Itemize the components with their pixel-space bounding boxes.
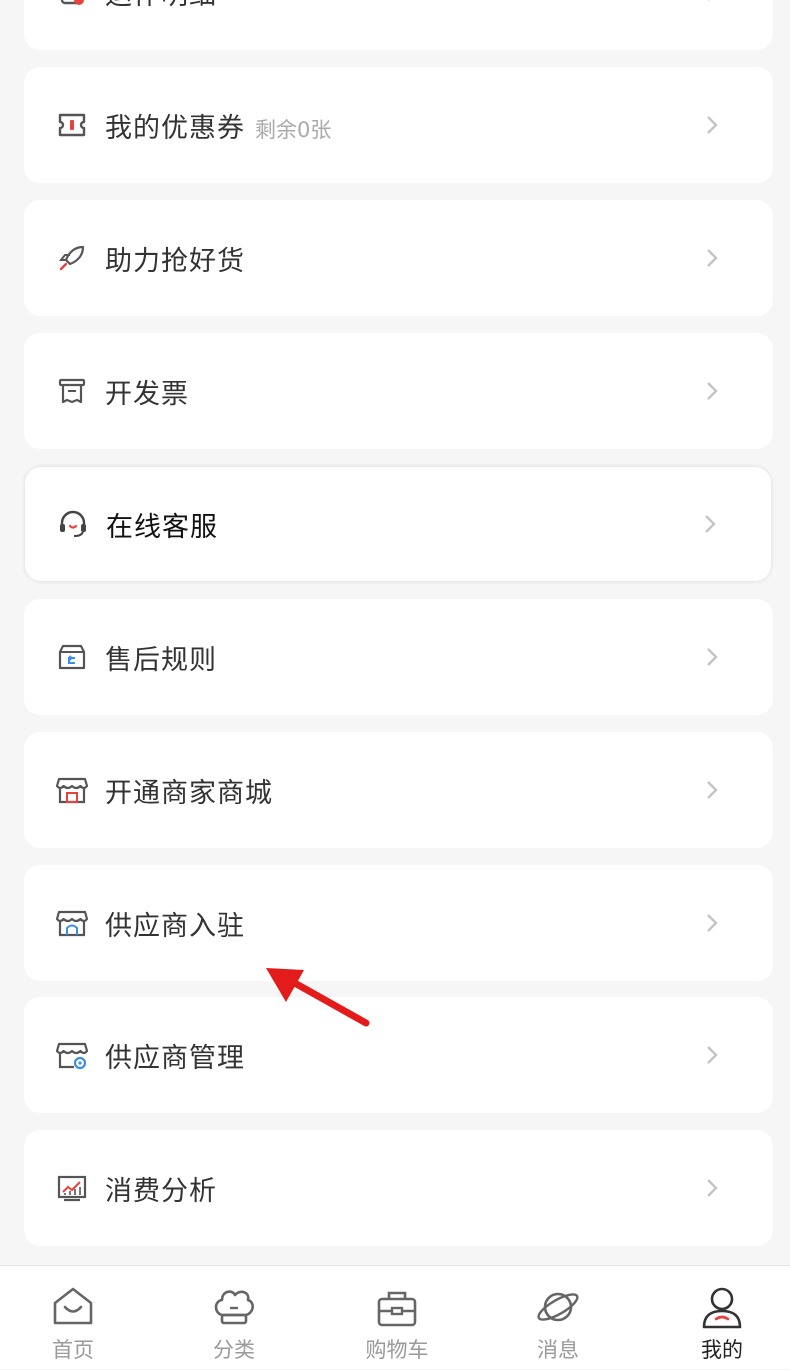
tab-label: 购物车	[365, 1338, 429, 1362]
menu-item-supplier-management[interactable]: 供应商管理	[24, 997, 773, 1113]
home-icon	[53, 1287, 93, 1325]
tab-cart[interactable]: 购物车	[318, 1266, 476, 1370]
profile-icon	[702, 1287, 742, 1329]
coupon-icon	[54, 107, 90, 143]
menu-item-open-merchant-mall[interactable]: 开通商家商城	[24, 732, 773, 848]
menu-item-invoice[interactable]: 开发票	[24, 333, 773, 449]
planet-icon	[537, 1292, 579, 1322]
chevron-right-icon	[707, 781, 718, 799]
headset-icon	[55, 506, 91, 542]
chevron-right-icon	[707, 382, 718, 400]
chevron-right-icon	[708, 0, 710, 1]
menu-item-online-service[interactable]: 在线客服	[25, 467, 771, 581]
category-icon	[214, 1290, 254, 1325]
supplier-store-icon	[54, 905, 90, 941]
chevron-right-icon	[707, 914, 718, 932]
menu-item-label: 开发票	[105, 378, 189, 410]
tab-messages[interactable]: 消息	[479, 1266, 637, 1370]
menu-item-label: 运作明细	[105, 0, 217, 12]
tab-category[interactable]: 分类	[155, 1266, 313, 1370]
tab-label: 分类	[213, 1338, 255, 1362]
tab-mine[interactable]: 我的	[643, 1266, 790, 1370]
chevron-right-icon	[707, 648, 718, 666]
annotation-arrow	[266, 968, 370, 1027]
menu-item-partial[interactable]: 运作明细	[24, 0, 773, 50]
rocket-icon	[54, 240, 90, 276]
bottom-tab-bar: 首页 分类 购物车 消息 我的	[0, 1265, 790, 1369]
menu-item-label: 开通商家商城	[105, 777, 273, 809]
cart-icon	[377, 1291, 417, 1327]
menu-item-label: 消费分析	[105, 1175, 217, 1207]
coupon-count: 剩余0张	[255, 117, 332, 142]
detail-icon	[54, 0, 90, 10]
menu-item-label: 我的优惠券	[105, 112, 245, 144]
tab-label: 首页	[52, 1338, 94, 1362]
chevron-right-icon	[705, 515, 716, 533]
menu-item-supplier-entry[interactable]: 供应商入驻	[24, 865, 773, 981]
tab-label: 消息	[537, 1338, 579, 1362]
menu-item-label: 供应商入驻	[105, 910, 245, 942]
menu-item-label: 助力抢好货	[105, 245, 245, 277]
tab-label: 我的	[701, 1338, 743, 1362]
store-icon	[54, 772, 90, 808]
chevron-right-icon	[707, 116, 718, 134]
tab-home[interactable]: 首页	[0, 1266, 152, 1370]
menu-item-after-sales[interactable]: 售后规则	[24, 599, 773, 715]
menu-item-consumption-analysis[interactable]: 消费分析	[24, 1130, 773, 1246]
chart-icon	[54, 1170, 90, 1206]
return-box-icon	[54, 639, 90, 675]
menu-item-help-grab[interactable]: 助力抢好货	[24, 200, 773, 316]
invoice-icon	[54, 373, 90, 409]
menu-item-coupons[interactable]: 我的优惠券 剩余0张	[24, 67, 773, 183]
chevron-right-icon	[707, 1046, 718, 1064]
menu-item-label: 在线客服	[106, 511, 218, 543]
menu-item-label: 售后规则	[105, 644, 217, 676]
chevron-right-icon	[707, 1179, 718, 1197]
chevron-right-icon	[707, 249, 718, 267]
supplier-settings-icon	[54, 1037, 90, 1073]
menu-item-label: 供应商管理	[105, 1042, 245, 1074]
